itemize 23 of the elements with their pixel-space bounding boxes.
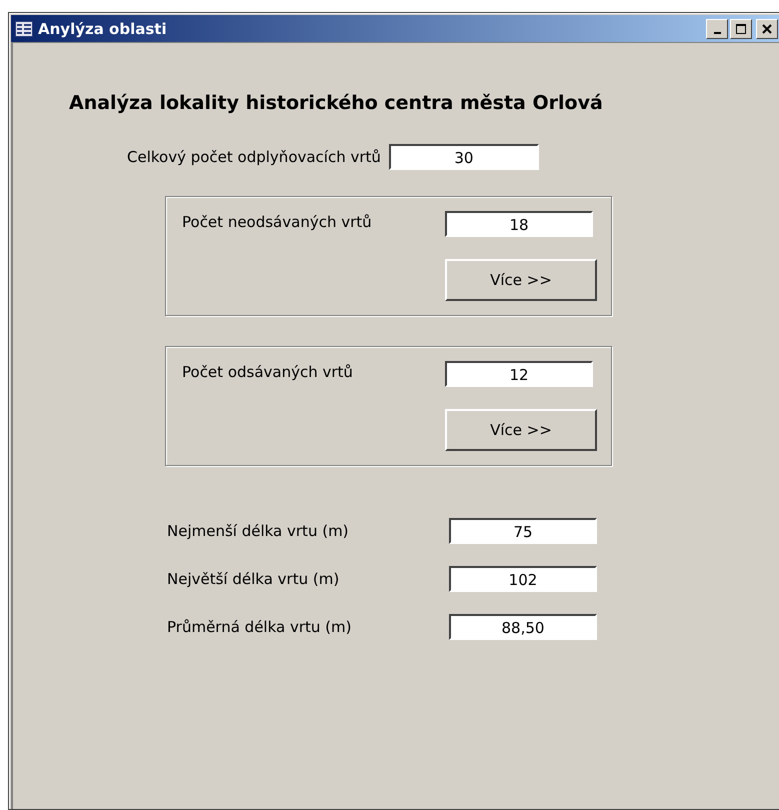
value-field[interactable]: 75 (449, 518, 597, 544)
form-heading: Analýza lokality historického centra města Orlová (69, 91, 604, 116)
field-label: Celkový počet odplyňovacích vrtů (127, 148, 381, 166)
close-button[interactable] (756, 18, 778, 38)
more-button[interactable]: Více >> (445, 409, 597, 451)
maximize-icon (736, 24, 746, 34)
value-field[interactable]: 12 (445, 361, 593, 387)
value-field[interactable]: 18 (445, 211, 593, 237)
value-field[interactable]: 88,50 (449, 614, 597, 640)
value-field[interactable]: 102 (449, 566, 597, 592)
field-label: Nejmenší délka vrtu (m) (167, 522, 350, 540)
field-label: Průměrná délka vrtu (m) (167, 618, 352, 636)
close-icon (762, 24, 772, 34)
field-label: Největší délka vrtu (m) (167, 570, 340, 588)
more-button[interactable]: Více >> (445, 259, 597, 301)
value-field[interactable]: 30 (388, 144, 539, 170)
minimize-icon (714, 32, 720, 34)
field-label: Počet neodsávaných vrtů (182, 212, 373, 233)
field-label: Počet odsávaných vrtů (182, 362, 354, 383)
maximize-button[interactable] (730, 18, 752, 38)
window-title: Anylýza oblasti (38, 20, 168, 38)
form-icon (15, 20, 33, 36)
minimize-button[interactable] (706, 18, 728, 38)
